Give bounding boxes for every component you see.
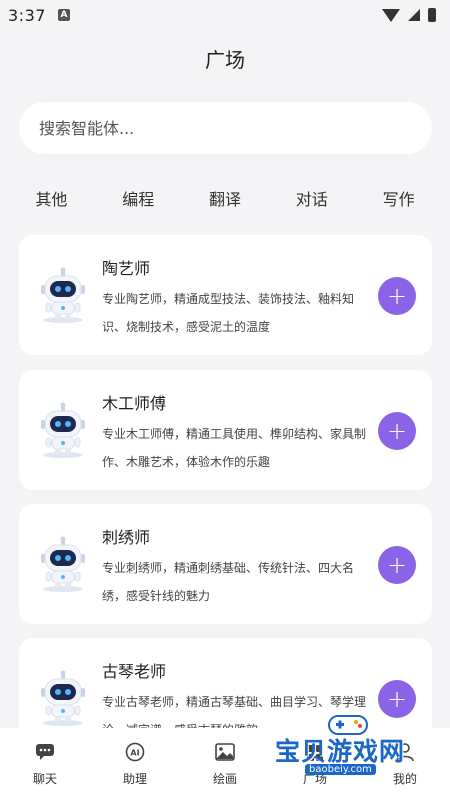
robot-avatar-icon	[41, 267, 85, 323]
signal-icon	[408, 9, 420, 21]
add-agent-button[interactable]: +	[378, 546, 416, 584]
image-icon	[215, 742, 235, 761]
agent-description: 专业陶艺师，精通成型技法、装饰技法、釉料知识、烧制技术，感受泥土的温度	[102, 292, 355, 334]
nav-chat[interactable]: 聊天	[5, 742, 85, 787]
watermark-url: baobeiy.com	[305, 764, 376, 775]
tab-conversation[interactable]: 对话	[296, 186, 328, 210]
agent-description: 专业刺绣师，精通刺绣基础、传统针法、四大名绣，感受针线的魅力	[102, 561, 355, 603]
nav-drawing[interactable]: 绘画	[185, 742, 265, 787]
agent-card[interactable]: 刺绣师 专业刺绣师，精通刺绣基础、传统针法、四大名绣，感受针线的魅力 +	[19, 504, 432, 624]
ai-assistant-icon: AI	[125, 742, 145, 761]
page-title: 广场	[205, 48, 245, 72]
status-bar: 3:37 A	[0, 0, 450, 30]
tab-other[interactable]: 其他	[35, 186, 67, 210]
robot-avatar-icon	[41, 536, 85, 592]
wifi-icon	[382, 8, 400, 22]
tab-programming[interactable]: 编程	[122, 186, 154, 210]
nav-label: 助理	[122, 771, 147, 786]
tab-writing[interactable]: 写作	[383, 186, 415, 210]
nav-label: 聊天	[32, 771, 57, 786]
agent-name: 刺绣师	[102, 528, 151, 547]
notification-icon: A	[57, 9, 70, 21]
add-agent-button[interactable]: +	[378, 412, 416, 450]
agent-card[interactable]: 陶艺师 专业陶艺师，精通成型技法、装饰技法、釉料知识、烧制技术，感受泥土的温度 …	[19, 235, 432, 355]
battery-icon	[428, 8, 436, 22]
watermark-logo: 宝贝游戏网 baobeiy.com	[275, 712, 435, 792]
status-time: 3:37	[8, 5, 46, 25]
nav-assistant[interactable]: AI 助理	[95, 742, 175, 787]
category-tabs: 其他 编程 翻译 对话 写作	[0, 186, 450, 210]
tab-translation[interactable]: 翻译	[209, 186, 241, 210]
nav-label: 绘画	[212, 771, 237, 786]
agent-name: 古琴老师	[102, 662, 167, 681]
robot-avatar-icon	[41, 670, 85, 726]
svg-text:AI: AI	[130, 748, 139, 757]
chat-icon	[36, 743, 54, 760]
robot-avatar-icon	[41, 402, 85, 458]
agent-name: 陶艺师	[102, 259, 151, 278]
add-agent-button[interactable]: +	[378, 277, 416, 315]
agent-name: 木工师傅	[102, 394, 167, 413]
agent-card[interactable]: 木工师傅 专业木工师傅，精通工具使用、榫卯结构、家具制作、木雕艺术，体验木作的乐…	[19, 370, 432, 490]
agent-description: 专业木工师傅，精通工具使用、榫卯结构、家具制作、木雕艺术，体验木作的乐趣	[102, 427, 367, 469]
status-icons	[382, 8, 436, 22]
search-input[interactable]	[19, 102, 432, 154]
watermark-text: 宝贝游戏网	[275, 737, 406, 766]
